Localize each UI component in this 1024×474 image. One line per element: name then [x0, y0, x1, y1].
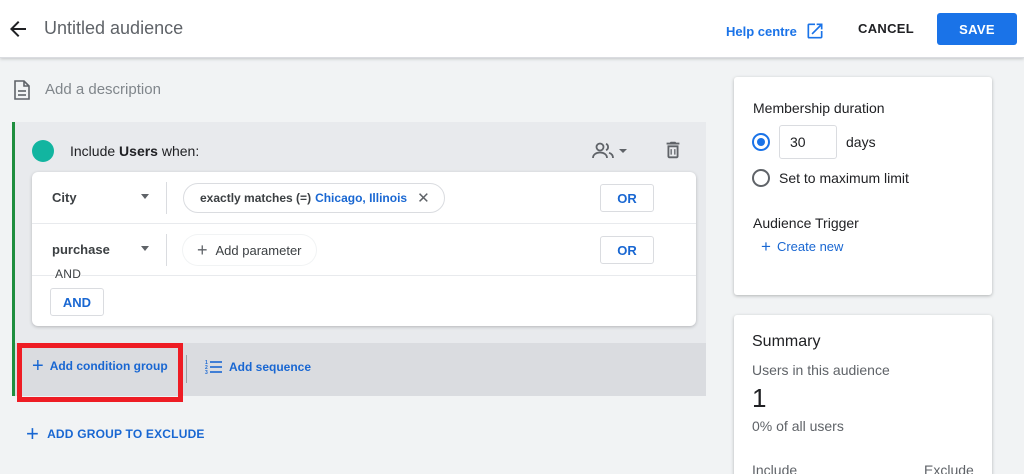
add-parameter-label: Add parameter [215, 242, 302, 258]
page-title: Untitled audience [44, 18, 184, 38]
plus-icon: + [26, 421, 40, 446]
close-icon[interactable]: ✕ [417, 189, 430, 207]
help-centre-label: Help centre [726, 23, 797, 39]
header-bar: Untitled audience Help centre CANCEL SAV… [0, 0, 1024, 58]
scrollbar[interactable] [1013, 60, 1021, 474]
group-scope[interactable]: Users [119, 143, 158, 159]
days-input[interactable] [779, 125, 837, 159]
condition-row: City exactly matches (=) Chicago, Illino… [32, 172, 696, 224]
and-button[interactable]: AND [50, 288, 104, 316]
condition-row: purchase + Add parameter OR [32, 224, 696, 276]
condition-dimension[interactable]: City [52, 190, 77, 205]
or-button[interactable]: OR [600, 236, 654, 264]
cancel-button[interactable]: CANCEL [858, 21, 914, 36]
create-new-trigger-button[interactable]: + Create new [761, 236, 844, 256]
people-icon [592, 142, 614, 159]
group-heading: Include Users when: [70, 143, 199, 159]
dropdown-caret-icon[interactable] [141, 194, 149, 199]
users-in-audience-label: Users in this audience [752, 362, 890, 378]
plus-icon: + [761, 236, 771, 256]
max-limit-radio[interactable] [752, 169, 770, 187]
days-radio[interactable] [752, 133, 770, 151]
back-arrow-icon[interactable] [6, 17, 30, 41]
max-limit-label: Set to maximum limit [779, 170, 909, 186]
condition-event[interactable]: purchase [52, 242, 110, 257]
membership-duration-card: Membership duration days Set to maximum … [734, 77, 992, 295]
divider [166, 182, 167, 214]
group-heading-suffix: when: [161, 143, 200, 159]
delete-icon[interactable] [662, 139, 684, 161]
audience-percent: 0% of all users [752, 418, 844, 434]
summary-card: Summary Users in this audience 1 0% of a… [734, 315, 992, 474]
list-icon: 1 2 3 [205, 360, 222, 375]
add-sequence-button[interactable]: 1 2 3 Add sequence [205, 359, 311, 375]
condition-filter-chip[interactable]: exactly matches (=) Chicago, Illinois ✕ [183, 183, 445, 213]
description-field[interactable]: Add a description [45, 81, 161, 98]
days-label: days [846, 134, 876, 150]
condition-operator: exactly matches (=) [200, 191, 312, 205]
summary-title: Summary [752, 333, 821, 350]
audience-trigger-title: Audience Trigger [753, 215, 859, 231]
or-button[interactable]: OR [600, 184, 654, 212]
description-icon [14, 80, 30, 100]
divider [186, 355, 187, 383]
add-group-to-exclude-label: ADD GROUP TO EXCLUDE [47, 427, 205, 441]
svg-text:3: 3 [205, 370, 208, 375]
create-new-label: Create new [776, 239, 844, 254]
membership-title: Membership duration [753, 100, 885, 116]
highlight-annotation-box [17, 343, 183, 402]
save-button[interactable]: SAVE [937, 13, 1017, 45]
condition-value: Chicago, Illinois [315, 191, 408, 205]
conditions-card: City exactly matches (=) Chicago, Illino… [32, 172, 696, 326]
include-label: Include [752, 462, 798, 474]
group-heading-prefix: Include [70, 143, 116, 159]
scope-selector[interactable] [591, 139, 629, 163]
add-parameter-button[interactable]: + Add parameter [183, 235, 316, 265]
add-group-to-exclude-button[interactable]: + ADD GROUP TO EXCLUDE [26, 421, 205, 446]
divider [166, 234, 167, 266]
group-status-dot [32, 140, 54, 162]
and-separator: AND [55, 267, 82, 281]
plus-icon: + [197, 239, 208, 260]
help-centre-link[interactable]: Help centre [726, 21, 825, 41]
dropdown-caret-icon[interactable] [141, 246, 149, 251]
open-in-new-icon [807, 23, 823, 39]
add-sequence-label: Add sequence [229, 360, 312, 374]
chevron-down-icon [619, 149, 627, 153]
audience-user-count: 1 [752, 383, 767, 413]
exclude-label: Exclude [924, 462, 974, 474]
